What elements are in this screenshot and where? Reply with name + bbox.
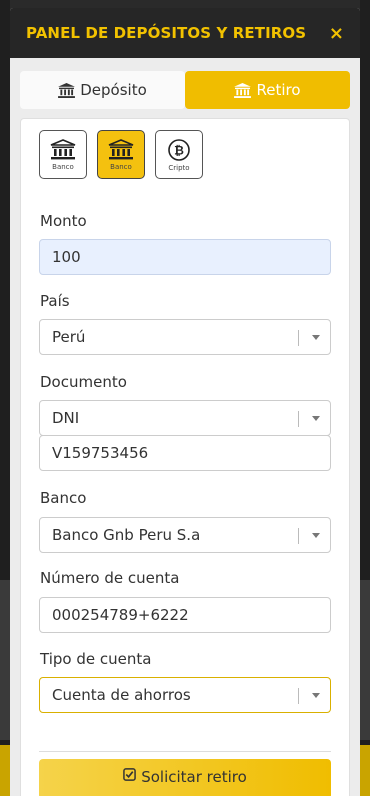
tab-deposito[interactable]: Depósito: [20, 71, 185, 109]
submit-label: Solicitar retiro: [141, 768, 247, 786]
modal-header: PANEL DE DEPÓSITOS Y RETIROS ×: [10, 8, 360, 58]
bank-select[interactable]: Banco Gnb Peru S.a: [39, 517, 331, 553]
account-number-value: 000254789+6222: [52, 606, 189, 624]
divider: [39, 751, 331, 752]
select-separator: [298, 688, 299, 704]
tab-retiro-label: Retiro: [256, 81, 301, 99]
account-type-select[interactable]: Cuenta de ahorros: [39, 677, 331, 713]
bank-icon: [58, 82, 76, 98]
withdraw-form-card: Banco Banco ₿ Cripto Monto 100 País Perú…: [20, 118, 350, 796]
tab-deposito-label: Depósito: [80, 81, 147, 99]
chevron-down-icon[interactable]: [312, 693, 320, 698]
deposit-withdraw-modal: PANEL DE DEPÓSITOS Y RETIROS × Depósito: [10, 8, 360, 796]
amount-value: 100: [52, 248, 81, 266]
method-label: Cripto: [168, 163, 190, 172]
select-separator: [298, 528, 299, 544]
backdrop-left: [0, 0, 10, 796]
chevron-down-icon[interactable]: [312, 335, 320, 340]
method-cripto[interactable]: ₿ Cripto: [155, 130, 203, 179]
tabs: Depósito Retiro: [20, 71, 350, 109]
bitcoin-icon: ₿: [168, 138, 190, 161]
select-separator: [298, 330, 299, 346]
method-label: Banco: [52, 162, 74, 171]
bank-icon: [108, 138, 134, 159]
method-banco-1[interactable]: Banco: [39, 130, 87, 179]
bank-label: Banco: [40, 489, 87, 507]
payment-methods: Banco Banco ₿ Cripto: [39, 130, 213, 179]
country-value: Perú: [52, 328, 86, 346]
account-number-input[interactable]: 000254789+6222: [39, 597, 331, 633]
document-label: Documento: [40, 373, 127, 391]
tab-retiro[interactable]: Retiro: [185, 71, 350, 109]
bank-value: Banco Gnb Peru S.a: [52, 526, 201, 544]
select-separator: [298, 411, 299, 427]
amount-label: Monto: [40, 212, 87, 230]
svg-text:₿: ₿: [174, 143, 184, 157]
chevron-down-icon[interactable]: [312, 416, 320, 421]
modal-title: PANEL DE DEPÓSITOS Y RETIROS: [26, 24, 307, 42]
bank-icon: [50, 138, 76, 159]
close-button[interactable]: ×: [329, 23, 344, 44]
account-type-value: Cuenta de ahorros: [52, 686, 191, 704]
country-label: País: [40, 292, 70, 310]
amount-input[interactable]: 100: [39, 239, 331, 275]
document-type-value: DNI: [52, 409, 80, 427]
document-number-input[interactable]: V159753456: [39, 435, 331, 471]
method-label: Banco: [110, 162, 132, 171]
country-select[interactable]: Perú: [39, 319, 331, 355]
bank-icon: [234, 82, 252, 98]
account-type-label: Tipo de cuenta: [40, 650, 152, 668]
account-number-label: Número de cuenta: [40, 569, 180, 587]
submit-withdraw-button[interactable]: Solicitar retiro: [39, 759, 331, 796]
chevron-down-icon[interactable]: [312, 533, 320, 538]
method-banco-2[interactable]: Banco: [97, 130, 145, 179]
document-number-value: V159753456: [52, 444, 149, 462]
document-type-select[interactable]: DNI: [39, 400, 331, 436]
backdrop-right: [360, 0, 370, 796]
check-square-icon: [123, 768, 137, 781]
